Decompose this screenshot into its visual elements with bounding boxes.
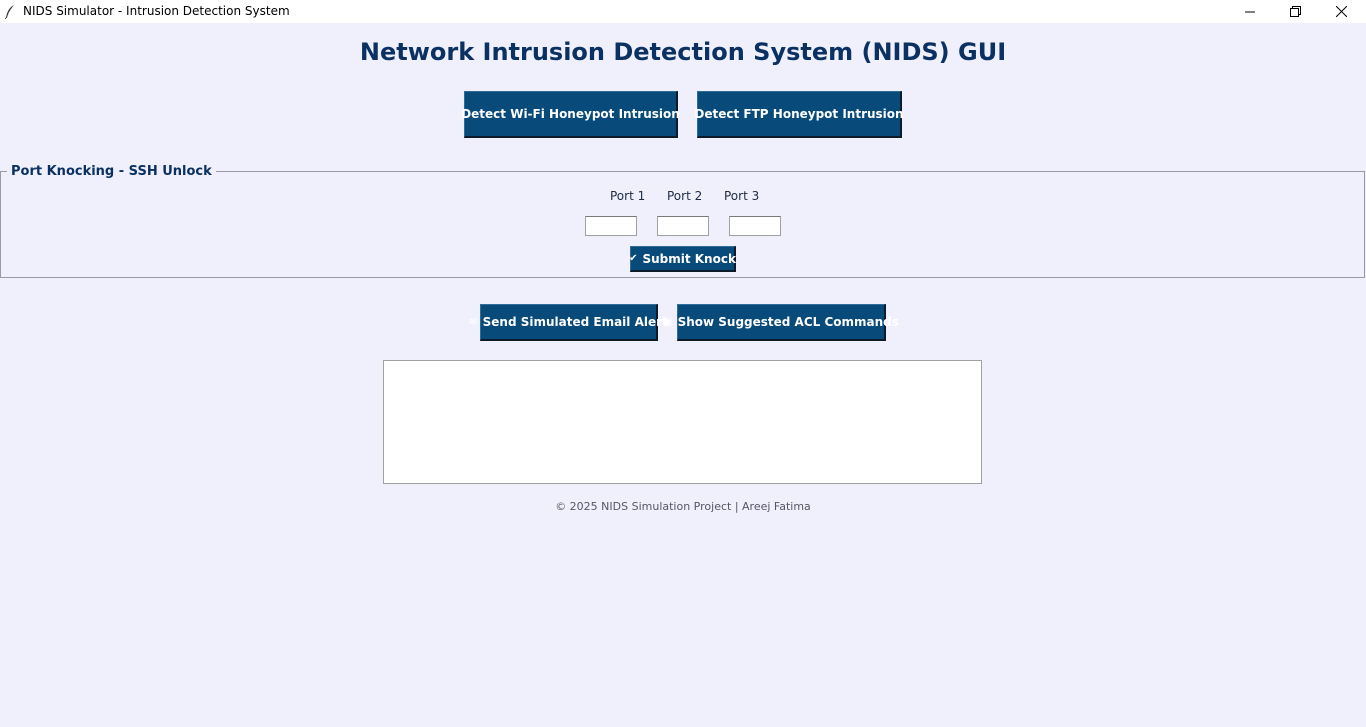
port1-label: Port 1 [610, 189, 646, 203]
port3-input[interactable] [729, 216, 781, 236]
port-knocking-title: Port Knocking - SSH Unlock [7, 164, 216, 179]
minimize-button[interactable] [1227, 0, 1273, 23]
envelope-icon: ✉ [469, 316, 478, 328]
detect-wifi-honeypot-button[interactable]: Detect Wi-Fi Honeypot Intrusion [461, 91, 680, 138]
port2-label: Port 2 [667, 189, 703, 203]
detect-wifi-label: Detect Wi-Fi Honeypot Intrusion [461, 107, 680, 121]
floppy-disk-icon: ▣ [663, 316, 673, 328]
window-title: NIDS Simulator - Intrusion Detection Sys… [23, 4, 290, 18]
submit-knock-button[interactable]: ✔ Submit Knock [629, 246, 736, 272]
submit-knock-label: Submit Knock [642, 251, 736, 266]
close-button[interactable] [1318, 0, 1364, 23]
show-acl-commands-label: Show Suggested ACL Commands [677, 315, 899, 329]
feather-icon [4, 4, 15, 20]
page-title: Network Intrusion Detection System (NIDS… [359, 38, 1007, 66]
detect-ftp-honeypot-button[interactable]: Detect FTP Honeypot Intrusion [694, 91, 904, 138]
output-textarea[interactable] [383, 360, 982, 484]
restore-button[interactable] [1272, 0, 1318, 23]
footer-credit: © 2025 NIDS Simulation Project | Areej F… [555, 500, 811, 513]
window-titlebar: NIDS Simulator - Intrusion Detection Sys… [0, 0, 1366, 23]
port3-label: Port 3 [724, 189, 760, 203]
checkmark-icon: ✔ [629, 253, 638, 264]
restore-icon [1289, 6, 1301, 17]
port2-input[interactable] [657, 216, 709, 236]
send-email-alert-button[interactable]: ✉ Send Simulated Email Alert [469, 304, 668, 341]
send-email-alert-label: Send Simulated Email Alert [482, 315, 668, 329]
show-acl-commands-button[interactable]: ▣ Show Suggested ACL Commands [663, 304, 899, 341]
port1-input[interactable] [585, 216, 637, 236]
minimize-icon [1245, 7, 1255, 17]
close-icon [1335, 6, 1347, 17]
detect-ftp-label: Detect FTP Honeypot Intrusion [694, 107, 904, 121]
